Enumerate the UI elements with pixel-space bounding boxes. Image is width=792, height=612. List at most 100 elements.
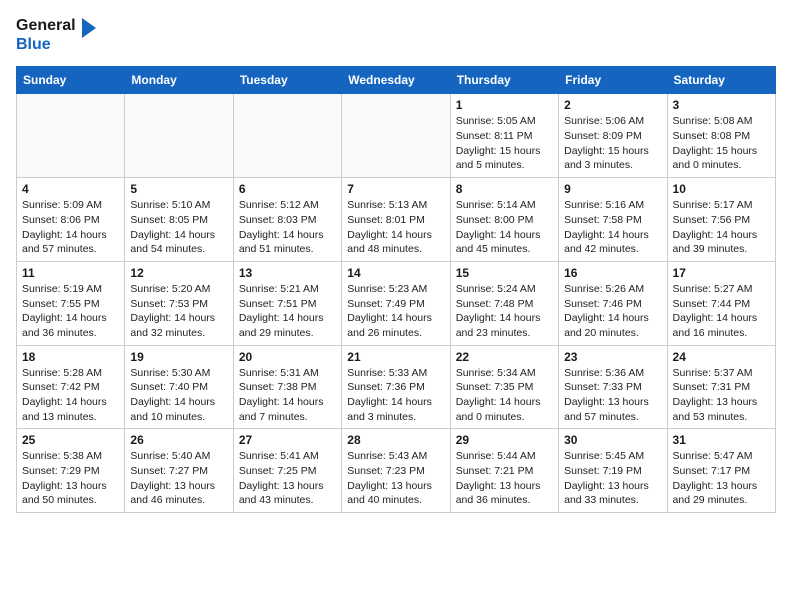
day-info: Sunrise: 5:34 AM Sunset: 7:35 PM Dayligh… xyxy=(456,366,553,425)
logo: GeneralBlue xyxy=(16,16,96,54)
day-info: Sunrise: 5:06 AM Sunset: 8:09 PM Dayligh… xyxy=(564,114,661,173)
day-info: Sunrise: 5:20 AM Sunset: 7:53 PM Dayligh… xyxy=(130,282,227,341)
calendar-day-cell xyxy=(342,94,450,178)
weekday-header: Thursday xyxy=(450,67,558,94)
calendar-day-cell: 6Sunrise: 5:12 AM Sunset: 8:03 PM Daylig… xyxy=(233,178,341,262)
calendar-day-cell: 13 Sunrise: 5:21 AM Sunset: 7:51 PM Dayli… xyxy=(233,261,341,345)
day-number: 10 xyxy=(673,182,770,196)
day-info: Sunrise: 5:17 AM Sunset: 7:56 PM Dayligh… xyxy=(673,198,770,257)
calendar-day-cell: 9 Sunrise: 5:16 AM Sunset: 7:58 PM Daylig… xyxy=(559,178,667,262)
day-number: 21 xyxy=(347,350,444,364)
day-info: Sunrise: 5:37 AM Sunset: 7:31 PM Dayligh… xyxy=(673,366,770,425)
day-info: Sunrise: 5:19 AM Sunset: 7:55 PM Dayligh… xyxy=(22,282,119,341)
calendar-day-cell: 24 Sunrise: 5:37 AM Sunset: 7:31 PM Dayli… xyxy=(667,345,775,429)
day-number: 14 xyxy=(347,266,444,280)
day-number: 12 xyxy=(130,266,227,280)
day-info: Sunrise: 5:21 AM Sunset: 7:51 PM Dayligh… xyxy=(239,282,336,341)
calendar-day-cell xyxy=(233,94,341,178)
calendar-day-cell: 25 Sunrise: 5:38 AM Sunset: 7:29 PM Dayli… xyxy=(17,429,125,513)
calendar-day-cell: 19 Sunrise: 5:30 AM Sunset: 7:40 PM Dayli… xyxy=(125,345,233,429)
weekday-header: Saturday xyxy=(667,67,775,94)
day-info: Sunrise: 5:38 AM Sunset: 7:29 PM Dayligh… xyxy=(22,449,119,508)
day-number: 3 xyxy=(673,98,770,112)
calendar-day-cell: 27 Sunrise: 5:41 AM Sunset: 7:25 PM Dayli… xyxy=(233,429,341,513)
day-info: Sunrise: 5:09 AM Sunset: 8:06 PM Dayligh… xyxy=(22,198,119,257)
calendar-week-row: 18Sunrise: 5:28 AM Sunset: 7:42 PM Dayli… xyxy=(17,345,776,429)
calendar-day-cell: 3Sunrise: 5:08 AM Sunset: 8:08 PM Daylig… xyxy=(667,94,775,178)
day-number: 22 xyxy=(456,350,553,364)
calendar-day-cell xyxy=(17,94,125,178)
calendar-day-cell: 11Sunrise: 5:19 AM Sunset: 7:55 PM Dayli… xyxy=(17,261,125,345)
calendar-day-cell: 20 Sunrise: 5:31 AM Sunset: 7:38 PM Dayli… xyxy=(233,345,341,429)
calendar-day-cell: 29Sunrise: 5:44 AM Sunset: 7:21 PM Dayli… xyxy=(450,429,558,513)
day-number: 6 xyxy=(239,182,336,196)
day-number: 18 xyxy=(22,350,119,364)
day-number: 9 xyxy=(564,182,661,196)
day-info: Sunrise: 5:30 AM Sunset: 7:40 PM Dayligh… xyxy=(130,366,227,425)
calendar-day-cell: 12 Sunrise: 5:20 AM Sunset: 7:53 PM Dayli… xyxy=(125,261,233,345)
day-number: 31 xyxy=(673,433,770,447)
page-header: GeneralBlue xyxy=(16,16,776,54)
day-info: Sunrise: 5:45 AM Sunset: 7:19 PM Dayligh… xyxy=(564,449,661,508)
day-info: Sunrise: 5:36 AM Sunset: 7:33 PM Dayligh… xyxy=(564,366,661,425)
weekday-header: Sunday xyxy=(17,67,125,94)
day-info: Sunrise: 5:40 AM Sunset: 7:27 PM Dayligh… xyxy=(130,449,227,508)
calendar-day-cell: 23 Sunrise: 5:36 AM Sunset: 7:33 PM Dayli… xyxy=(559,345,667,429)
calendar-week-row: 4 Sunrise: 5:09 AM Sunset: 8:06 PM Daylig… xyxy=(17,178,776,262)
weekday-header: Wednesday xyxy=(342,67,450,94)
day-number: 29 xyxy=(456,433,553,447)
calendar-day-cell: 2 Sunrise: 5:06 AM Sunset: 8:09 PM Daylig… xyxy=(559,94,667,178)
calendar-week-row: 25 Sunrise: 5:38 AM Sunset: 7:29 PM Dayli… xyxy=(17,429,776,513)
day-info: Sunrise: 5:13 AM Sunset: 8:01 PM Dayligh… xyxy=(347,198,444,257)
day-number: 30 xyxy=(564,433,661,447)
day-number: 13 xyxy=(239,266,336,280)
day-number: 25 xyxy=(22,433,119,447)
weekday-header: Monday xyxy=(125,67,233,94)
logo-triangle-icon xyxy=(82,18,96,52)
calendar-day-cell: 4 Sunrise: 5:09 AM Sunset: 8:06 PM Daylig… xyxy=(17,178,125,262)
calendar-day-cell: 21 Sunrise: 5:33 AM Sunset: 7:36 PM Dayli… xyxy=(342,345,450,429)
calendar-day-cell: 1Sunrise: 5:05 AM Sunset: 8:11 PM Daylig… xyxy=(450,94,558,178)
day-number: 24 xyxy=(673,350,770,364)
weekday-header: Friday xyxy=(559,67,667,94)
day-number: 27 xyxy=(239,433,336,447)
day-info: Sunrise: 5:43 AM Sunset: 7:23 PM Dayligh… xyxy=(347,449,444,508)
calendar-day-cell: 18Sunrise: 5:28 AM Sunset: 7:42 PM Dayli… xyxy=(17,345,125,429)
day-number: 7 xyxy=(347,182,444,196)
day-number: 1 xyxy=(456,98,553,112)
calendar-table: SundayMondayTuesdayWednesdayThursdayFrid… xyxy=(16,66,776,513)
day-info: Sunrise: 5:27 AM Sunset: 7:44 PM Dayligh… xyxy=(673,282,770,341)
calendar-day-cell: 14 Sunrise: 5:23 AM Sunset: 7:49 PM Dayli… xyxy=(342,261,450,345)
day-info: Sunrise: 5:23 AM Sunset: 7:49 PM Dayligh… xyxy=(347,282,444,341)
logo-text: GeneralBlue xyxy=(16,16,76,54)
day-info: Sunrise: 5:31 AM Sunset: 7:38 PM Dayligh… xyxy=(239,366,336,425)
calendar-day-cell: 10 Sunrise: 5:17 AM Sunset: 7:56 PM Dayli… xyxy=(667,178,775,262)
calendar-day-cell: 30 Sunrise: 5:45 AM Sunset: 7:19 PM Dayli… xyxy=(559,429,667,513)
day-number: 15 xyxy=(456,266,553,280)
day-info: Sunrise: 5:10 AM Sunset: 8:05 PM Dayligh… xyxy=(130,198,227,257)
day-number: 26 xyxy=(130,433,227,447)
day-number: 23 xyxy=(564,350,661,364)
day-info: Sunrise: 5:26 AM Sunset: 7:46 PM Dayligh… xyxy=(564,282,661,341)
day-number: 2 xyxy=(564,98,661,112)
day-number: 8 xyxy=(456,182,553,196)
calendar-week-row: 11Sunrise: 5:19 AM Sunset: 7:55 PM Dayli… xyxy=(17,261,776,345)
calendar-day-cell: 26 Sunrise: 5:40 AM Sunset: 7:27 PM Dayli… xyxy=(125,429,233,513)
calendar-day-cell: 31 Sunrise: 5:47 AM Sunset: 7:17 PM Dayli… xyxy=(667,429,775,513)
day-info: Sunrise: 5:16 AM Sunset: 7:58 PM Dayligh… xyxy=(564,198,661,257)
day-info: Sunrise: 5:33 AM Sunset: 7:36 PM Dayligh… xyxy=(347,366,444,425)
day-number: 4 xyxy=(22,182,119,196)
day-info: Sunrise: 5:41 AM Sunset: 7:25 PM Dayligh… xyxy=(239,449,336,508)
weekday-header: Tuesday xyxy=(233,67,341,94)
day-number: 20 xyxy=(239,350,336,364)
calendar-day-cell: 7 Sunrise: 5:13 AM Sunset: 8:01 PM Daylig… xyxy=(342,178,450,262)
day-info: Sunrise: 5:47 AM Sunset: 7:17 PM Dayligh… xyxy=(673,449,770,508)
calendar-day-cell: 5Sunrise: 5:10 AM Sunset: 8:05 PM Daylig… xyxy=(125,178,233,262)
day-number: 19 xyxy=(130,350,227,364)
day-info: Sunrise: 5:14 AM Sunset: 8:00 PM Dayligh… xyxy=(456,198,553,257)
day-info: Sunrise: 5:24 AM Sunset: 7:48 PM Dayligh… xyxy=(456,282,553,341)
day-number: 28 xyxy=(347,433,444,447)
calendar-day-cell: 28 Sunrise: 5:43 AM Sunset: 7:23 PM Dayli… xyxy=(342,429,450,513)
calendar-week-row: 1Sunrise: 5:05 AM Sunset: 8:11 PM Daylig… xyxy=(17,94,776,178)
calendar-day-cell: 8 Sunrise: 5:14 AM Sunset: 8:00 PM Daylig… xyxy=(450,178,558,262)
